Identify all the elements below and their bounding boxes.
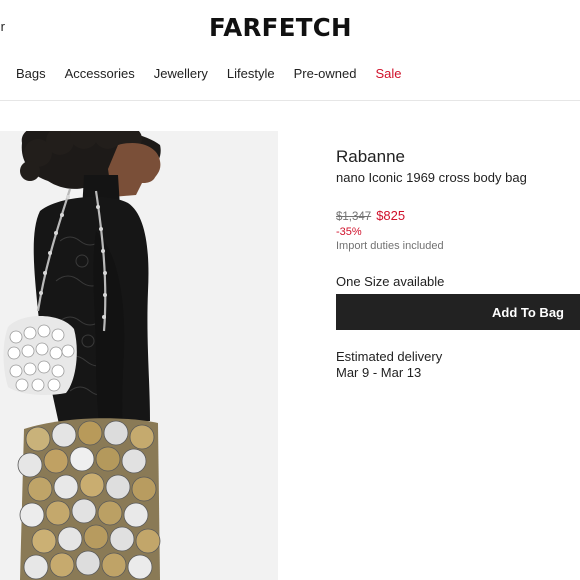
product-name: nano Iconic 1969 cross body bag <box>336 170 527 185</box>
main-nav: Bags Accessories Jewellery Lifestyle Pre… <box>16 66 421 81</box>
sale-price: $825 <box>376 208 406 223</box>
nav-item-bags[interactable]: Bags <box>16 66 46 81</box>
duties-note: Import duties included <box>336 240 444 252</box>
product-image[interactable] <box>0 131 278 580</box>
product-page: ır FARFETCH Bags Accessories Jewellery L… <box>0 0 580 580</box>
price-block: $1,347 $825 <box>336 209 580 224</box>
brand-name[interactable]: Rabanne <box>336 146 580 168</box>
model-photo-icon <box>0 131 278 580</box>
nav-item-sale[interactable]: Sale <box>375 66 401 81</box>
site-header: ır FARFETCH Bags Accessories Jewellery L… <box>0 0 580 101</box>
nav-item-lifestyle[interactable]: Lifestyle <box>227 66 275 81</box>
delivery-label: Estimated delivery <box>336 349 443 364</box>
nav-item-jewellery[interactable]: Jewellery <box>154 66 208 81</box>
estimated-delivery: Estimated delivery Mar 9 - Mar 13 <box>336 349 442 381</box>
nav-item-pre-owned[interactable]: Pre-owned <box>294 66 357 81</box>
nav-item-accessories[interactable]: Accessories <box>65 66 135 81</box>
product-info: Rabanne nano Iconic 1969 cross body bag … <box>336 146 580 289</box>
discount-badge: -35% <box>336 226 362 238</box>
add-to-bag-button[interactable]: Add To Bag <box>336 294 580 330</box>
farfetch-logo[interactable]: FARFETCH <box>209 13 352 42</box>
delivery-dates: Mar 9 - Mar 13 <box>336 365 422 380</box>
header-cut-text: ır <box>0 19 5 34</box>
size-availability: One Size available <box>336 274 445 289</box>
original-price: $1,347 <box>336 211 372 223</box>
